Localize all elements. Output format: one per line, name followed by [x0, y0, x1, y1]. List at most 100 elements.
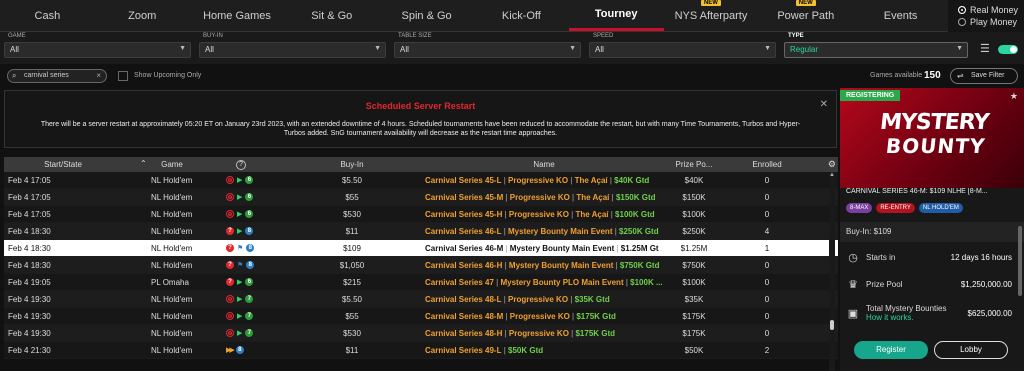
row-prize: $250K	[682, 226, 706, 236]
row-icons: ⊕ ▶ 6	[222, 193, 282, 201]
table-scrollbar[interactable]: ▲	[829, 172, 835, 371]
table-size-select-value: All	[400, 45, 409, 54]
table-row[interactable]: Feb 4 17:05 NL Hold'em ⊕ ▶ 6 $55 Carnival Seri…	[4, 189, 838, 206]
tab-events[interactable]: Events	[853, 0, 948, 31]
game-select[interactable]: All ▼	[4, 42, 191, 58]
prize-pool-label: Prize Pool	[866, 279, 903, 289]
real-money-radio[interactable]: Real Money	[958, 4, 1024, 16]
tab-kick-off[interactable]: Kick-Off	[474, 0, 569, 31]
tab-spin-go[interactable]: Spin & Go	[379, 0, 474, 31]
column-header-enrolled[interactable]: Enrolled	[722, 160, 812, 169]
play-icon: ▶	[237, 228, 243, 235]
tab-nys-afterparty[interactable]: NEW NYS Afterparty	[664, 0, 759, 31]
name-guarantee: $100K ...	[630, 277, 663, 287]
tab-power-path[interactable]: NEW Power Path	[758, 0, 853, 31]
column-header-game[interactable]: Game	[122, 160, 222, 169]
row-prize: $1.25M	[680, 243, 708, 253]
new-badge: NEW	[700, 0, 721, 6]
column-header-info[interactable]: ?	[222, 159, 282, 170]
table-row[interactable]: Feb 4 17:05 NL Hold'em ⊕ ▶ 6 $530 Carnival Ser…	[4, 206, 838, 223]
show-upcoming-checkbox[interactable]	[118, 71, 128, 81]
tab-label: Zoom	[128, 9, 157, 22]
name-guarantee: $35K Gtd	[574, 294, 610, 304]
name-subtitle: The Açaí	[575, 209, 609, 219]
play-icon: ▶	[237, 194, 243, 201]
register-button[interactable]: Register	[854, 341, 928, 359]
table-row[interactable]: Feb 4 19:05 PL Omaha? ▶ 6 $215 Carnival Serie…	[4, 274, 838, 291]
tab-zoom[interactable]: Zoom	[95, 0, 190, 31]
clear-search-icon[interactable]: ×	[96, 71, 101, 80]
knockout-icon: ⊕	[226, 329, 234, 337]
type-select[interactable]: Regular ▼	[784, 42, 968, 58]
games-available-count: 150	[924, 70, 941, 81]
name-guarantee: $750K Gtd	[619, 260, 660, 270]
row-start: Feb 4 17:05	[4, 176, 122, 185]
scroll-up-icon[interactable]: ▲	[829, 172, 835, 178]
table-row[interactable]: Feb 4 18:30 NL Hold'em? ▶ 8 $11 Carnival Seri…	[4, 223, 838, 240]
name-type: Mystery Bounty Main Event	[508, 260, 614, 270]
close-icon[interactable]: ✕	[820, 99, 828, 110]
tab-cash[interactable]: Cash	[0, 0, 95, 31]
row-icons: ⊕ ▶ 6	[222, 210, 282, 218]
tab-tourney[interactable]: Tourney	[568, 0, 664, 31]
panel-scrollbar[interactable]	[1018, 226, 1022, 296]
lobby-button[interactable]: Lobby	[934, 341, 1008, 359]
search-value: carnival series	[24, 72, 69, 79]
name-series: Carnival Series 46-M	[425, 243, 504, 253]
buyin-summary: Buy-In: $109	[840, 222, 1024, 242]
status-badge: REGISTERING	[840, 90, 901, 101]
row-name: Carnival Series 46-M | Mystery Bounty Ma…	[425, 243, 659, 253]
name-type: Progressive KO	[508, 209, 569, 219]
filter-icon[interactable]: ☰	[980, 42, 990, 55]
row-start: Feb 4 19:30	[4, 329, 122, 338]
row-start: Feb 4 18:30	[4, 244, 122, 253]
tag-nlholdem: NL HOLD'EM	[918, 203, 963, 213]
row-enrolled: 0	[764, 311, 770, 321]
mystery-bounty-icon: ?	[226, 261, 234, 269]
row-date: Feb 4	[8, 311, 29, 321]
table-row[interactable]: Feb 4 19:30 NL Hold'em ⊕ ▶ 7 $530 Carnival Ser…	[4, 325, 838, 342]
column-header-prize[interactable]: Prize Po...	[666, 160, 722, 169]
table-row[interactable]: Feb 4 17:05 NL Hold'em ⊕ ▶ 6 $5.50 Carnival Se…	[4, 172, 838, 189]
eight-max-icon: 8	[235, 346, 244, 354]
filter-toggle[interactable]	[998, 45, 1018, 54]
scrollbar-thumb[interactable]	[830, 320, 834, 330]
row-icons: ⊕ ▶ 7	[222, 329, 282, 337]
starts-in-value: 12 days 16 hours	[950, 252, 1012, 262]
row-prize: $175K	[682, 311, 706, 321]
table-row[interactable]: Feb 4 19:30 NL Hold'em ⊕ ▶ 7 $5.50 Carnival Se…	[4, 291, 838, 308]
table-size-select[interactable]: All ▼	[394, 42, 581, 58]
table-row[interactable]: Feb 4 21:30 NL Hold'em ▶▶ 8 $11 Carnival Seri…	[4, 342, 838, 359]
buyin-select[interactable]: All ▼	[199, 42, 386, 58]
column-header-start[interactable]: Start/State	[4, 160, 122, 169]
row-enrolled: 1	[764, 243, 770, 253]
starts-in-label: Starts in	[866, 252, 896, 262]
name-series: Carnival Series 45-H	[425, 209, 503, 219]
table-row[interactable]: Feb 4 19:30 NL Hold'em ⊕ ▶ 7 $55 Carnival Seri…	[4, 308, 838, 325]
name-series: Carnival Series 48-L	[425, 294, 502, 304]
column-header-name[interactable]: Name	[422, 160, 666, 169]
row-time: 18:30	[30, 243, 51, 253]
tab-home-games[interactable]: Home Games	[190, 0, 285, 31]
play-money-radio[interactable]: Play Money	[958, 16, 1024, 28]
row-start: Feb 4 19:30	[4, 312, 122, 321]
search-input[interactable]: ⌕ carnival series ×	[7, 69, 107, 83]
name-guarantee: $40K Gtd	[614, 175, 650, 185]
tab-label: Spin & Go	[401, 9, 452, 22]
column-header-buyin[interactable]: Buy-In	[282, 160, 422, 169]
table-row[interactable]: Feb 4 18:30 NL Hold'em? ⚑ 8 $1,050 Carnival S…	[4, 257, 838, 274]
mystery-bounties-value: $625,000.00	[967, 308, 1013, 318]
tab-label: Sit & Go	[311, 9, 353, 22]
name-guarantee: $175K Gtd	[576, 311, 616, 321]
speed-select[interactable]: All ▼	[589, 42, 776, 58]
row-start: Feb 4 17:05	[4, 193, 122, 202]
star-icon[interactable]: ★	[1010, 91, 1018, 102]
mystery-bounties-label-group: Total Mystery Bounties How it works.	[866, 304, 968, 322]
tab-sit-go[interactable]: Sit & Go	[284, 0, 379, 31]
save-filter-button[interactable]: ⇌ Save Filter	[950, 68, 1018, 84]
table-row[interactable]: Feb 4 18:30 NL Hold'em? ⚑ 8 $109 Carnival Ser…	[4, 240, 838, 257]
gear-icon[interactable]: ⚙	[828, 159, 836, 170]
how-it-works-link[interactable]: How it works.	[866, 313, 968, 322]
row-prize: $750K	[682, 260, 706, 270]
sort-asc-icon[interactable]: ⌃	[140, 159, 147, 168]
